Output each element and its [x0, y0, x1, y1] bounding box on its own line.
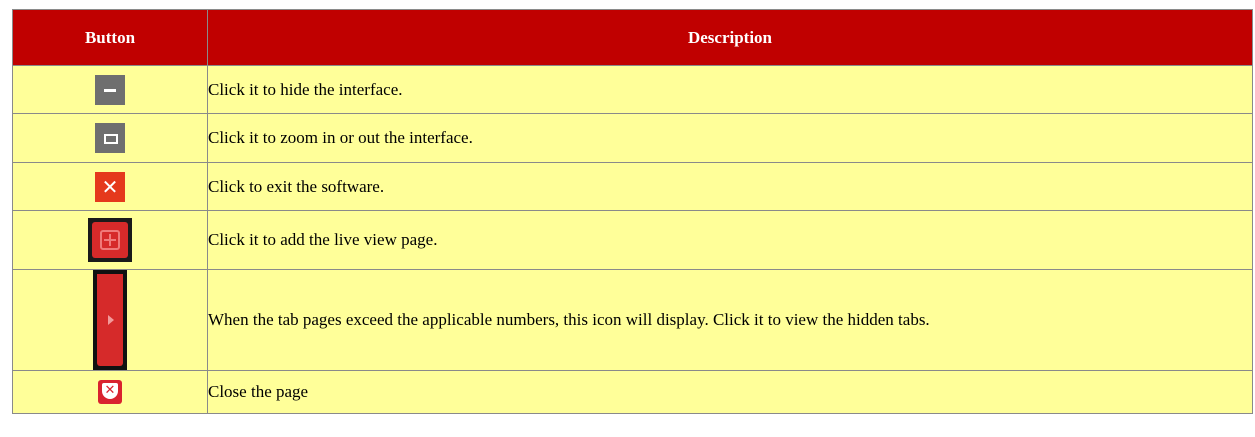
- description-cell: Click it to hide the interface.: [207, 65, 1253, 114]
- table-row: Click it to zoom in or out the interface…: [12, 113, 1253, 163]
- close-icon: ✕: [95, 171, 125, 202]
- button-cell: ✕: [12, 162, 208, 211]
- button-cell: [12, 65, 208, 114]
- tab-scroll-arrow-icon: [93, 270, 127, 370]
- header-button: Button: [12, 9, 208, 66]
- description-cell: Click it to add the live view page.: [207, 210, 1253, 270]
- table-row: Click it to hide the interface.: [12, 65, 1253, 114]
- button-description-table: Button Description Click it to hide the …: [12, 9, 1253, 414]
- description-cell: Click it to zoom in or out the interface…: [207, 113, 1253, 163]
- minimize-icon: [95, 74, 125, 105]
- header-description: Description: [207, 9, 1253, 66]
- button-cell: [12, 269, 208, 371]
- table-row: ✕ Close the page: [12, 370, 1253, 414]
- table-row: ✕ Click to exit the software.: [12, 162, 1253, 211]
- close-page-icon: ✕: [98, 380, 122, 404]
- button-cell: [12, 113, 208, 163]
- table-row: Click it to add the live view page.: [12, 210, 1253, 270]
- add-page-icon: [88, 218, 132, 262]
- description-cell: When the tab pages exceed the applicable…: [207, 269, 1253, 371]
- maximize-icon: [95, 123, 125, 153]
- button-cell: [12, 210, 208, 270]
- table-row: When the tab pages exceed the applicable…: [12, 269, 1253, 371]
- description-cell: Click to exit the software.: [207, 162, 1253, 211]
- table-header-row: Button Description: [12, 9, 1253, 66]
- description-cell: Close the page: [207, 370, 1253, 414]
- button-cell: ✕: [12, 370, 208, 414]
